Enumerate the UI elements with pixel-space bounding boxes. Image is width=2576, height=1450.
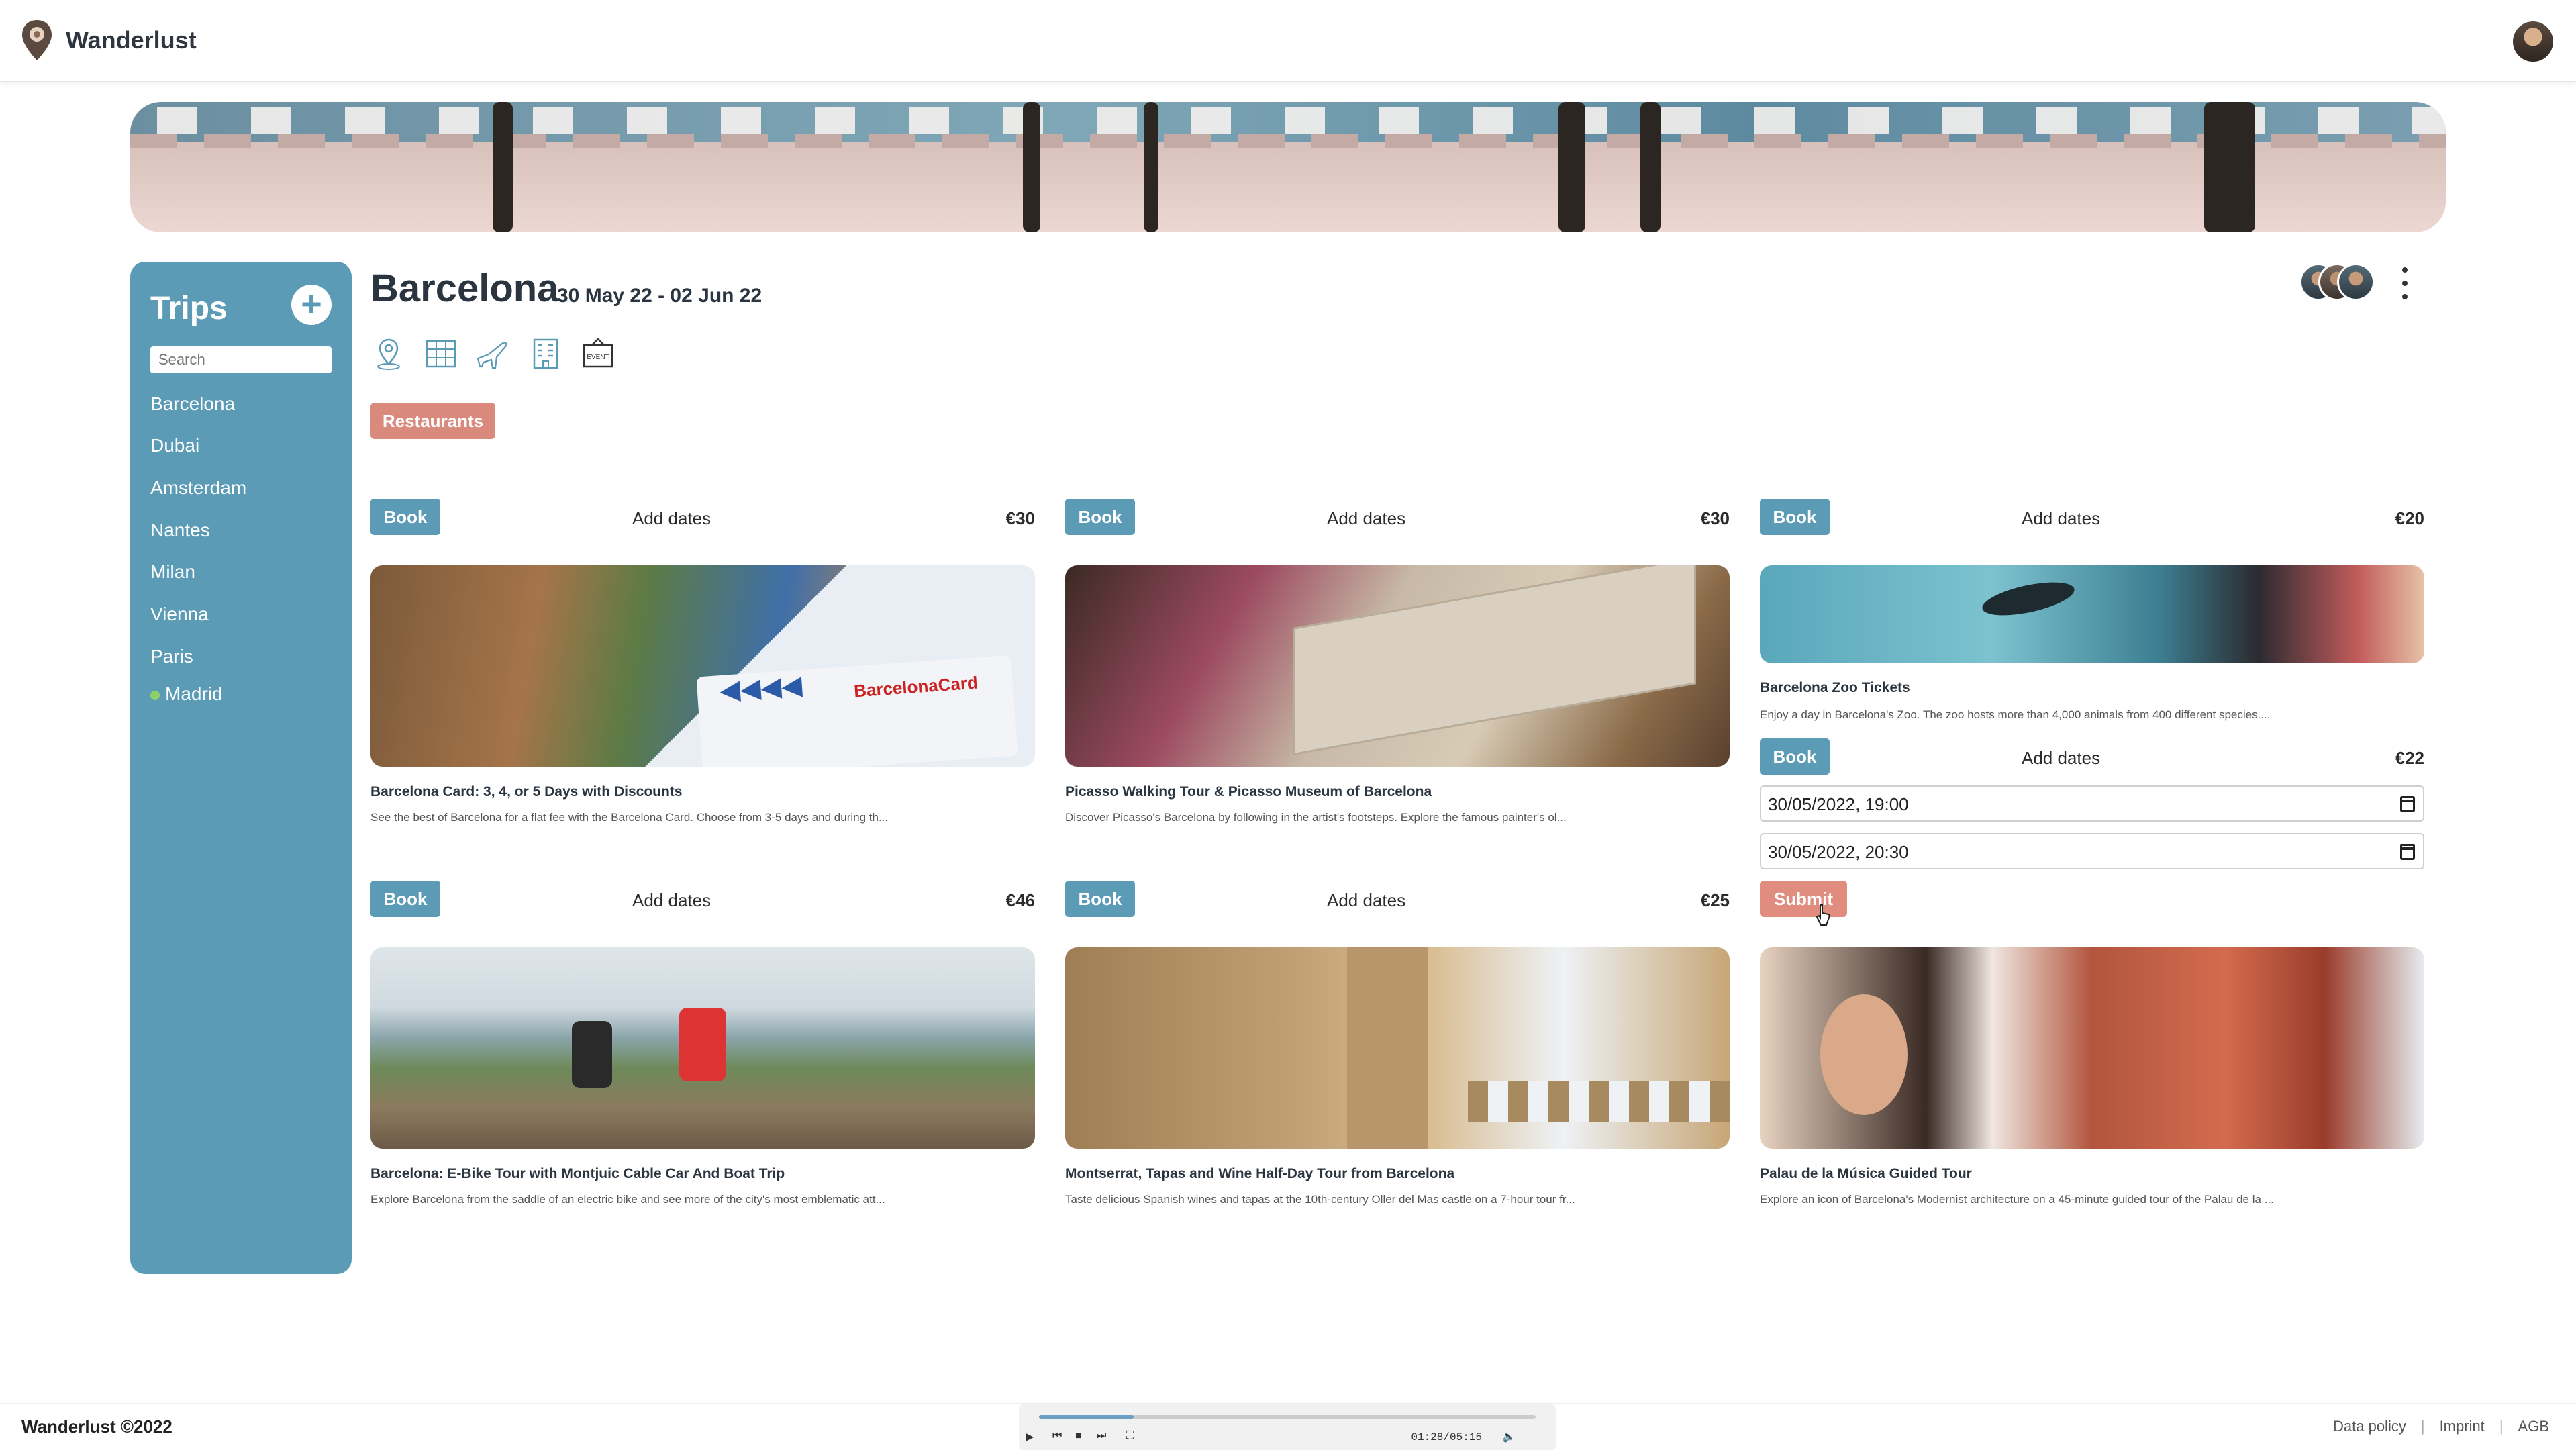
airplane-icon[interactable] <box>475 336 511 372</box>
card-description: Enjoy a day in Barcelona's Zoo. The zoo … <box>1760 708 2271 721</box>
card-title[interactable]: Barcelona Zoo Tickets <box>1760 680 2424 696</box>
footer-copyright: Wanderlust ©2022 <box>21 1416 172 1437</box>
svg-text:EVENT: EVENT <box>587 354 609 361</box>
app-name: Wanderlust <box>66 26 197 54</box>
add-dates-link[interactable]: Add dates <box>2022 508 2100 529</box>
next-icon[interactable]: ⏭ <box>1097 1430 1106 1442</box>
brand[interactable]: Wanderlust <box>20 19 197 62</box>
sidebar-title: Trips <box>150 291 228 326</box>
card-actions: Book Add dates €20 <box>1760 499 2424 536</box>
book-button[interactable]: Book <box>1760 499 1830 535</box>
card-image[interactable] <box>1065 947 1730 1149</box>
end-datetime-field[interactable]: 30/05/2022, 20:30 <box>1760 833 2424 869</box>
add-trip-button[interactable]: + <box>291 285 332 325</box>
book-button[interactable]: Book <box>370 881 440 917</box>
price: €46 <box>1005 890 1035 910</box>
sidebar-item-barcelona[interactable]: Barcelona <box>150 393 235 415</box>
status-dot <box>150 690 160 700</box>
sidebar-item-madrid[interactable]: Madrid <box>150 683 223 705</box>
sidebar-item-nantes[interactable]: Nantes <box>150 520 210 541</box>
card-image[interactable] <box>1760 565 2424 663</box>
sidebar-item-dubai[interactable]: Dubai <box>150 435 199 456</box>
card-title[interactable]: Barcelona: E-Bike Tour with Montjuic Cab… <box>370 1166 1035 1182</box>
page-title: Barcelona <box>370 267 559 310</box>
card-image[interactable] <box>370 947 1035 1149</box>
trip-search-input[interactable] <box>150 346 332 373</box>
user-avatar[interactable] <box>2513 21 2553 62</box>
playback-scrubber[interactable] <box>1039 1415 1536 1419</box>
end-datetime-value: 30/05/2022, 20:30 <box>1768 842 1909 862</box>
book-button[interactable]: Book <box>370 499 440 535</box>
calendar-icon[interactable] <box>2400 844 2415 860</box>
map-grid-icon[interactable] <box>423 336 459 372</box>
data-policy-link[interactable]: Data policy <box>2333 1418 2406 1435</box>
imprint-link[interactable]: Imprint <box>2440 1418 2485 1435</box>
hotel-icon[interactable] <box>528 336 564 372</box>
price: €25 <box>1700 890 1730 910</box>
collaborator-avatars[interactable] <box>2299 263 2380 302</box>
card-title[interactable]: Picasso Walking Tour & Picasso Museum of… <box>1065 784 1730 800</box>
card-description: See the best of Barcelona for a flat fee… <box>370 811 889 824</box>
destination-banner <box>130 102 2446 232</box>
restaurants-filter-chip[interactable]: Restaurants <box>370 403 495 439</box>
price: €20 <box>2395 508 2424 528</box>
play-icon[interactable]: ▶ <box>1026 1430 1034 1443</box>
stop-icon[interactable]: ■ <box>1075 1430 1082 1442</box>
sidebar-item-milan[interactable]: Milan <box>150 561 195 583</box>
calendar-icon[interactable] <box>2400 796 2415 812</box>
card-description: Discover Picasso's Barcelona by followin… <box>1065 811 1567 824</box>
book-button[interactable]: Book <box>1760 738 1830 775</box>
previous-icon[interactable]: ⏮ <box>1052 1430 1062 1442</box>
location-pin-icon[interactable] <box>370 336 407 372</box>
card-actions: Book Add dates €22 <box>1760 738 2424 776</box>
card-image[interactable] <box>1065 565 1730 767</box>
card-title[interactable]: Palau de la Música Guided Tour <box>1760 1166 2424 1182</box>
footer-links: Data policy | Imprint | AGB <box>2333 1418 2549 1435</box>
price: €22 <box>2395 748 2424 768</box>
card-description: Taste delicious Spanish wines and tapas … <box>1065 1193 1575 1206</box>
card-image[interactable]: BarcelonaCard ◀◀◀◀ <box>370 565 1035 767</box>
add-dates-link[interactable]: Add dates <box>1327 890 1405 911</box>
submit-button[interactable]: Submit <box>1760 881 1847 917</box>
sidebar-item-vienna[interactable]: Vienna <box>150 603 209 625</box>
top-bar: Wanderlust <box>0 0 2576 82</box>
location-pin-logo-icon <box>22 20 52 60</box>
more-options-icon[interactable] <box>2395 267 2415 299</box>
book-button[interactable]: Book <box>1065 881 1135 917</box>
add-dates-link[interactable]: Add dates <box>632 508 711 529</box>
trips-sidebar: Trips + Barcelona Dubai Amsterdam Nantes… <box>130 262 352 1274</box>
card-image[interactable] <box>1760 947 2424 1149</box>
category-icons: EVENT <box>370 336 616 372</box>
card-title[interactable]: Montserrat, Tapas and Wine Half-Day Tour… <box>1065 1166 1730 1182</box>
sidebar-item-paris[interactable]: Paris <box>150 646 193 667</box>
avatar <box>2337 263 2375 301</box>
mouse-cursor-icon <box>1816 904 1830 926</box>
card-title[interactable]: Barcelona Card: 3, 4, or 5 Days with Dis… <box>370 784 1035 800</box>
book-button[interactable]: Book <box>1065 499 1135 535</box>
sidebar-item-amsterdam[interactable]: Amsterdam <box>150 477 246 499</box>
fullscreen-icon[interactable]: ⛶ <box>1126 1430 1134 1442</box>
card-actions: Book Add dates €25 <box>1065 881 1730 918</box>
start-datetime-field[interactable]: 30/05/2022, 19:00 <box>1760 785 2424 822</box>
video-player-controls: ▶ ⏮ ■ ⏭ ⛶ 01:28/05:15 🔈 <box>1019 1404 1556 1450</box>
card-actions: Book Add dates €46 <box>370 881 1035 918</box>
add-dates-link[interactable]: Add dates <box>632 890 711 911</box>
card-description: Explore an icon of Barcelona's Modernist… <box>1760 1193 2274 1206</box>
trip-dates: 30 May 22 - 02 Jun 22 <box>557 285 762 307</box>
price: €30 <box>1005 508 1035 528</box>
card-actions: Book Add dates €30 <box>1065 499 1730 536</box>
event-icon[interactable]: EVENT <box>580 336 616 372</box>
start-datetime-value: 30/05/2022, 19:00 <box>1768 794 1909 814</box>
sidebar-item-label: Madrid <box>165 683 223 704</box>
price: €30 <box>1700 508 1730 528</box>
add-dates-link[interactable]: Add dates <box>2022 748 2100 769</box>
volume-icon[interactable]: 🔈 <box>1502 1430 1516 1443</box>
card-actions: Book Add dates €30 <box>370 499 1035 536</box>
agb-link[interactable]: AGB <box>2518 1418 2549 1435</box>
playback-time: 01:28/05:15 <box>1411 1431 1482 1443</box>
add-dates-link[interactable]: Add dates <box>1327 508 1405 529</box>
card-description: Explore Barcelona from the saddle of an … <box>370 1193 885 1206</box>
